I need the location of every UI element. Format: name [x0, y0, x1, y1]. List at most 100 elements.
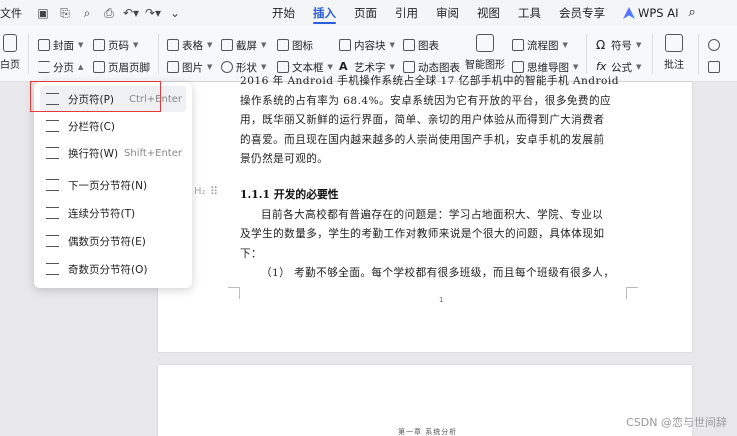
shape-icon — [221, 61, 233, 73]
table-button[interactable]: 表格 ▼ — [167, 36, 212, 54]
highlight-annotation-box — [30, 81, 161, 112]
chevron-down-icon: ▼ — [573, 63, 579, 71]
paragraph-line: 景仍然是可观的。 — [240, 152, 329, 165]
page-break-button[interactable]: 分页 ▲ — [38, 58, 83, 76]
chart-label: 图表 — [418, 39, 439, 52]
chevron-down-icon: ▼ — [207, 63, 213, 71]
tab-review[interactable]: 审阅 — [436, 0, 459, 26]
paragraph-line: 目前各大高校都有普遍存在的问题是：学习占地面积大、学院、专业以 — [261, 209, 604, 221]
wps-ai-button[interactable]: WPS AI — [623, 0, 679, 26]
quick-access-toolbar: ▣ ⎘ ⌕ ⎙ ↶▾ ↷▾ ⌄ — [32, 3, 186, 23]
even-page-section-break-icon — [46, 235, 59, 247]
screenshot-button[interactable]: 截屏 ▼ — [221, 36, 266, 54]
paragraph-line: 的喜爱。而且现在国内越来越多的人崇尚使用国产手机，安卓手机的发展前 — [240, 133, 605, 146]
menu-item-label: 下一页分节符(N) — [68, 179, 148, 192]
table-label: 表格 — [182, 39, 203, 52]
save-icon[interactable]: ▣ — [32, 3, 54, 23]
next-page-section-break-icon — [46, 179, 59, 191]
paragraph-1[interactable]: 操作系统的占有率为 68.4%。安卓系统因为它有开放的平台，很多免费的应 用，既… — [240, 92, 626, 169]
smart-graphic-button[interactable]: 智能图形 — [465, 34, 505, 71]
chevron-down-icon: ▼ — [261, 63, 267, 71]
paragraph-line: 及学生的数量多，学生的考勤工作对教师来说是个很大的问题，具体体现如 — [240, 228, 605, 241]
flowchart-button[interactable]: 流程图 ▼ — [512, 36, 568, 54]
continuous-section-break-icon — [46, 207, 59, 219]
file-menu[interactable]: 文件 — [0, 5, 22, 21]
more-chevron-icon[interactable]: ⌄ — [164, 3, 186, 23]
print-icon[interactable]: ⎙ — [98, 3, 120, 23]
page-number-label: 页码 — [108, 39, 129, 52]
cover-label: 封面 — [53, 39, 74, 52]
chevron-down-icon: ▼ — [389, 63, 395, 71]
odd-page-section-break-icon — [46, 263, 59, 275]
content-control-button[interactable]: 内容块 ▼ — [339, 36, 395, 54]
menu-item-column-break[interactable]: 分栏符(C) — [40, 113, 186, 139]
hyperlink-button[interactable] — [708, 36, 720, 54]
export-pdf-icon[interactable]: ⎘ — [54, 3, 76, 23]
menu-item-next-page-section-break[interactable]: 下一页分节符(N) — [40, 172, 186, 198]
flowchart-icon — [512, 39, 524, 51]
blank-page-icon — [3, 34, 17, 52]
smart-graphic-label: 智能图形 — [465, 60, 505, 71]
menu-item-label: 分栏符(C) — [68, 120, 116, 133]
chevron-down-icon: ▼ — [207, 41, 213, 49]
drag-handle-icon[interactable]: ⠿ — [210, 185, 218, 198]
ribbon-divider — [158, 34, 159, 74]
icon-button[interactable]: 图标 — [277, 36, 313, 54]
wps-ai-label: WPS AI — [638, 6, 679, 20]
page-number-button[interactable]: 页码 ▼ — [93, 36, 138, 54]
content-control-label: 内容块 — [354, 39, 386, 52]
chevron-down-icon: ▼ — [133, 41, 139, 49]
ribbon-divider — [652, 34, 653, 74]
menu-item-label: 换行符(W) — [68, 147, 119, 160]
menu-item-line-break[interactable]: 换行符(W) Shift+Enter — [40, 140, 186, 166]
undo-icon[interactable]: ↶▾ — [120, 3, 142, 23]
chevron-down-icon: ▼ — [636, 63, 642, 71]
chart-button[interactable]: 图表 — [403, 36, 439, 54]
page-break-dropdown: 分页符(P) Ctrl+Enter 分栏符(C) 换行符(W) Shift+En… — [34, 82, 192, 288]
watermark: CSDN @恋与世间辞 — [626, 416, 727, 429]
comment-button[interactable]: 批注 — [664, 34, 684, 71]
paragraph-line: （1） 考勤不够全面。每个学校都有很多班级，而且每个班级有很多人， — [261, 266, 615, 279]
menu-item-continuous-section-break[interactable]: 连续分节符(T) — [40, 200, 186, 226]
picture-button[interactable]: 图片 ▼ — [167, 58, 212, 76]
redo-icon[interactable]: ↷▾ — [142, 3, 164, 23]
cut-off-line: 2016 年 Android 手机操作系统占全球 17 亿部手机中的智能手机 A… — [240, 75, 619, 86]
tab-home[interactable]: 开始 — [272, 0, 295, 26]
print-preview-icon[interactable]: ⌕ — [76, 3, 98, 23]
chevron-up-icon: ▲ — [78, 63, 84, 71]
ribbon-divider — [28, 34, 29, 74]
symbol-button[interactable]: Ω 符号 ▼ — [596, 36, 641, 54]
chevron-down-icon: ▼ — [562, 41, 568, 49]
menu-item-even-page-section-break[interactable]: 偶数页分节符(E) — [40, 228, 186, 254]
menu-item-odd-page-section-break[interactable]: 奇数页分节符(O) — [40, 256, 186, 282]
blank-page-button[interactable]: 白页 — [0, 34, 20, 71]
page-number: 1 — [439, 296, 444, 304]
tab-member[interactable]: 会员专享 — [559, 0, 605, 26]
menu-item-label: 连续分节符(T) — [68, 207, 136, 220]
cover-icon — [38, 39, 50, 51]
document-page-2[interactable]: 第一章 系统分析 — [158, 365, 692, 436]
tab-view[interactable]: 视图 — [477, 0, 500, 26]
paragraph-line: 用，既华丽又新鲜的运行界面，简单、亲切的用户体验从而得到广大消费者 — [240, 114, 605, 127]
paragraph-2[interactable]: 目前各大高校都有普遍存在的问题是：学习占地面积大、学院、专业以 及学生的数量多，… — [240, 206, 626, 283]
icon-gallery-icon — [277, 39, 289, 51]
tab-references[interactable]: 引用 — [395, 0, 418, 26]
cover-button[interactable]: 封面 ▼ — [38, 36, 83, 54]
smart-graphic-icon — [476, 34, 494, 52]
chevron-down-icon: ▼ — [261, 41, 267, 49]
document-page-1[interactable]: 2016 年 Android 手机操作系统占全球 17 亿部手机中的智能手机 A… — [158, 75, 692, 352]
omega-symbol-icon: Ω — [596, 38, 606, 52]
bookmark-button[interactable] — [708, 58, 720, 76]
wps-ai-logo-icon — [623, 7, 635, 19]
header-footer-button[interactable]: 页眉页脚 — [93, 58, 150, 76]
heading-level-marker[interactable]: H₂ — [194, 186, 206, 197]
chevron-down-icon: ▼ — [78, 41, 84, 49]
section-heading[interactable]: 1.1.1 开发的必要性 — [240, 186, 339, 202]
tab-tools[interactable]: 工具 — [518, 0, 541, 26]
line-break-icon — [46, 147, 59, 159]
tab-insert[interactable]: 插入 — [313, 0, 336, 26]
menu-item-shortcut: Shift+Enter — [124, 147, 182, 159]
search-icon[interactable]: ⌕ — [689, 0, 696, 26]
tab-page[interactable]: 页面 — [354, 0, 377, 26]
margin-corner-mark — [626, 287, 638, 299]
